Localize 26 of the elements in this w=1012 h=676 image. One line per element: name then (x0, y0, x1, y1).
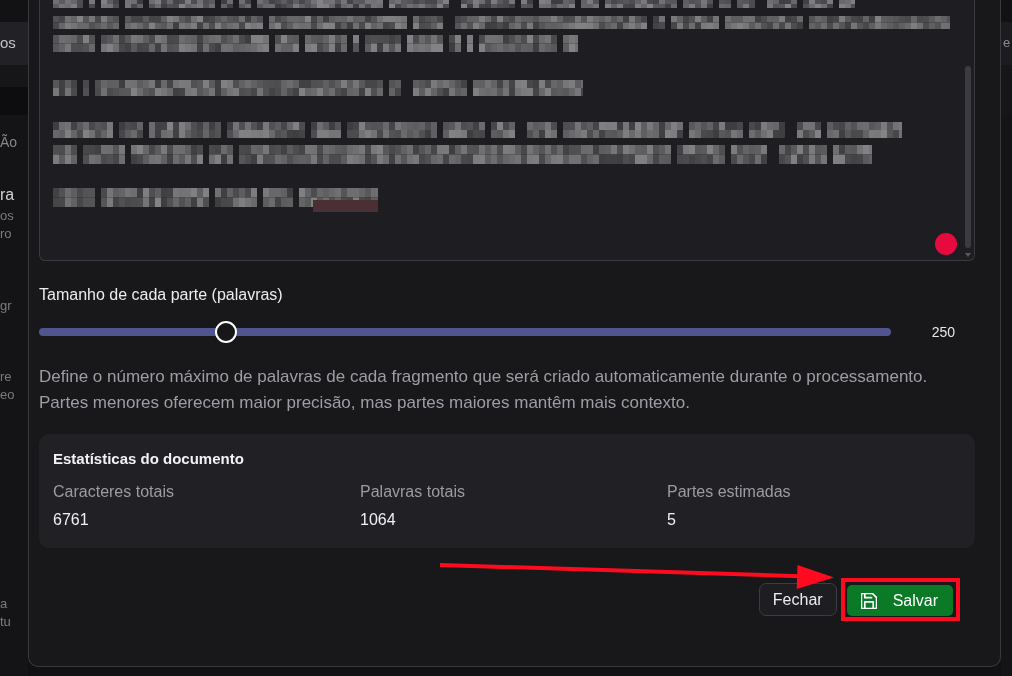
text-fragment: os (0, 34, 16, 52)
text-fragment: os (0, 207, 14, 225)
stat-label: Partes estimadas (667, 482, 791, 502)
save-button[interactable]: Salvar (846, 585, 953, 616)
stat-value: 5 (667, 510, 676, 530)
text-fragment: ra (0, 186, 15, 204)
stat-label: Caracteres totais (53, 482, 174, 502)
text-fragment: re (0, 368, 12, 386)
text-fragment: e (1003, 34, 1011, 52)
description-text: Define o número máximo de palavras de cada fragmento que será criado automaticamente durante o processamento. Partes menores oferecem maior precisão, mas partes maiores mantêm mais contexto. (39, 366, 929, 414)
slider-label: Tamanho de cada parte (palavras) (39, 285, 284, 305)
slider-value: 250 (930, 324, 955, 340)
stat-value: 1064 (360, 510, 396, 530)
text-fragment: ro (0, 225, 12, 243)
stat-label: Palavras totais (360, 482, 465, 502)
stat-value: 6761 (53, 510, 89, 530)
text-area[interactable] (39, 0, 975, 261)
card-title: Estatísticas do documento (53, 449, 245, 469)
text-fragment: Ão (0, 133, 18, 151)
dot-icon[interactable] (935, 233, 957, 255)
text-fragment: eo (0, 386, 15, 404)
text-fragment: gr (0, 297, 12, 315)
close-button[interactable]: Fechar (758, 583, 837, 616)
text-fragment: tu (0, 613, 11, 631)
text-fragment: a (0, 595, 8, 613)
slider-thumb[interactable] (215, 321, 238, 343)
